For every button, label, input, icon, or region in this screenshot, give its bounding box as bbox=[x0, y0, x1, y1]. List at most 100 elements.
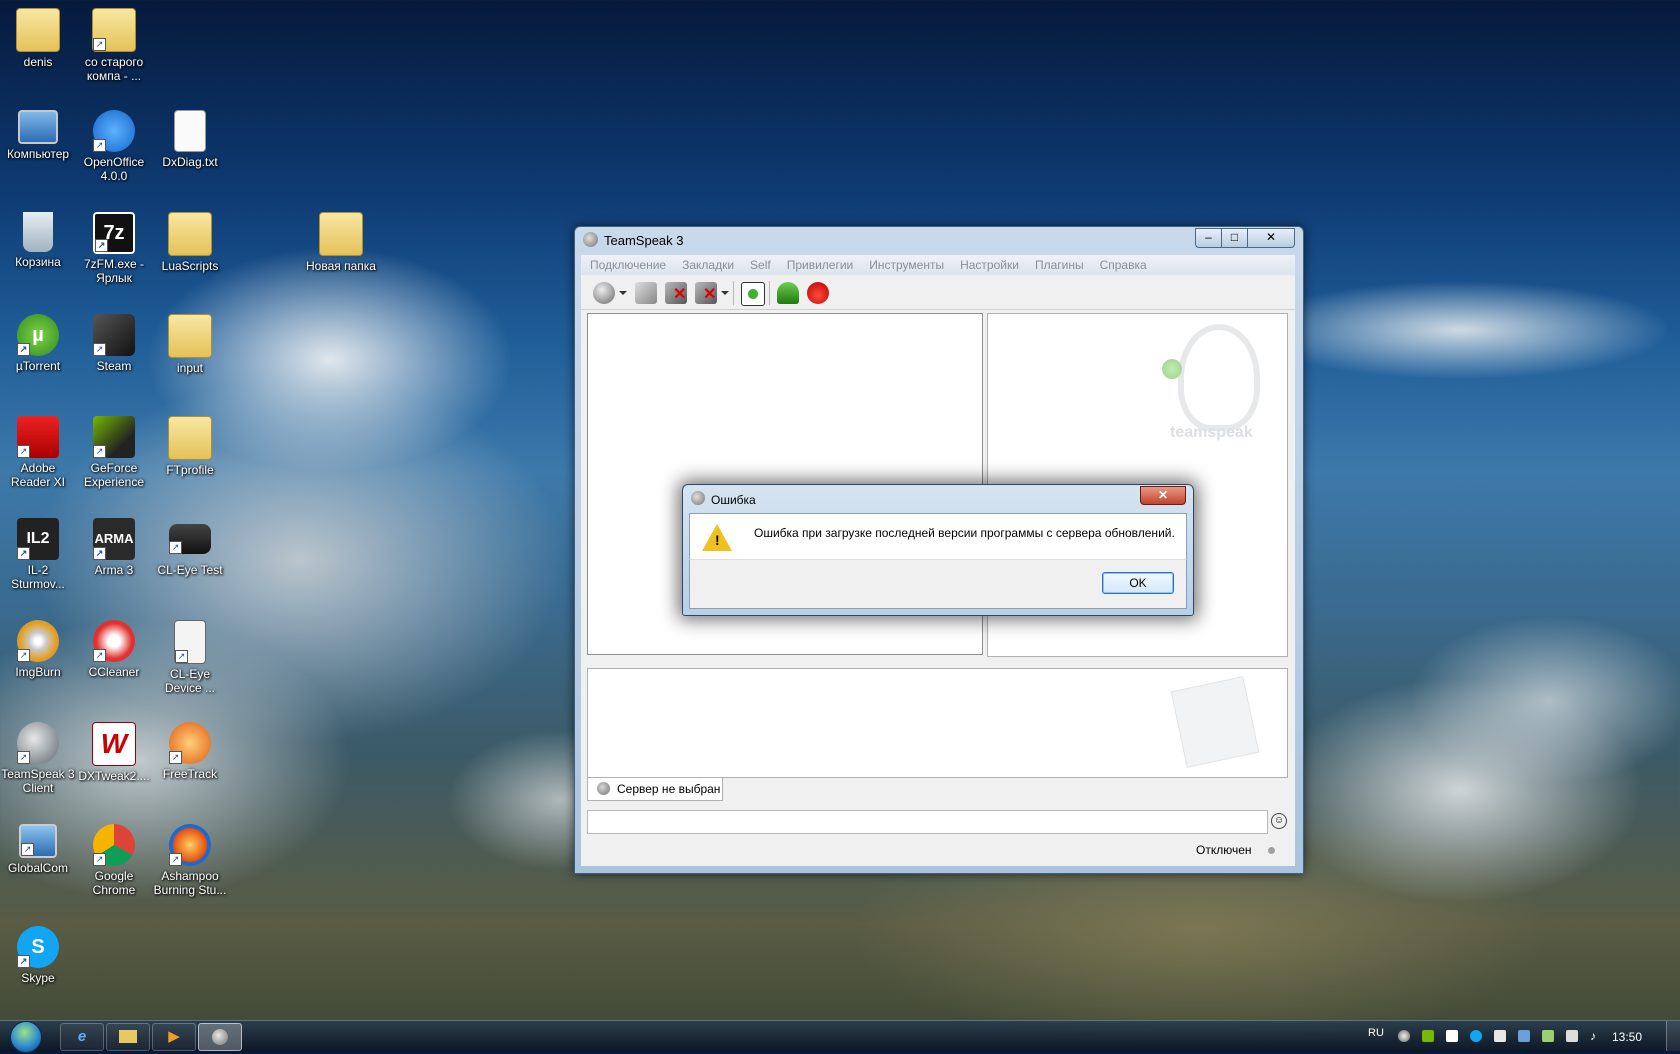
shortcut-arrow-icon: ↗ bbox=[93, 853, 106, 866]
teamspeak-head-icon bbox=[1178, 324, 1260, 431]
text-file-icon bbox=[174, 110, 206, 152]
desktop-icon-chrome[interactable]: ↗ Google Chrome bbox=[76, 824, 152, 897]
language-indicator[interactable]: RU bbox=[1368, 1027, 1384, 1039]
desktop-icon-geforce[interactable]: ↗ GeForce Experience bbox=[76, 416, 152, 489]
desktop-icon-recycle-bin[interactable]: Корзина bbox=[0, 212, 76, 269]
desktop-icon-input[interactable]: input bbox=[152, 314, 228, 375]
menu-tools[interactable]: Инструменты bbox=[869, 255, 944, 275]
desktop-icon-imgburn[interactable]: ↗ ImgBurn bbox=[0, 620, 76, 679]
server-tab-label: Сервер не выбран bbox=[617, 782, 721, 796]
desktop-icon-label: Skype bbox=[21, 971, 55, 985]
disconnect-icon[interactable] bbox=[635, 282, 657, 304]
desktop-icon-7zip[interactable]: 7z ↗ 7zFM.exe - Ярлык bbox=[76, 212, 152, 285]
dialog-title: Ошибка bbox=[711, 493, 756, 507]
shortcut-arrow-icon: ↗ bbox=[95, 239, 108, 252]
desktop-icon-dxtweak[interactable]: W DXTweak2.... bbox=[76, 722, 152, 783]
close-button[interactable]: ✕ bbox=[1247, 228, 1295, 248]
tray-volume-icon[interactable]: ♪ bbox=[1590, 1030, 1602, 1042]
taskbar-media-player[interactable]: ▶ bbox=[152, 1023, 196, 1051]
desktop-icon-luascripts[interactable]: LuaScripts bbox=[152, 212, 228, 273]
freetrack-icon: ↗ bbox=[169, 722, 211, 764]
shortcut-arrow-icon: ↗ bbox=[17, 547, 30, 560]
tray-display-icon[interactable] bbox=[1542, 1030, 1554, 1042]
folder-icon bbox=[168, 212, 212, 256]
mute-speakers-icon[interactable]: ✕ bbox=[695, 282, 717, 304]
dialog-body: ! Ошибка при загрузке последней версии п… bbox=[689, 513, 1187, 559]
ok-button[interactable]: OK bbox=[1102, 572, 1174, 594]
chat-watermark-icon bbox=[1170, 676, 1260, 768]
desktop-icon-il2[interactable]: IL2 ↗ IL-2 Sturmov... bbox=[0, 518, 76, 591]
taskbar-teamspeak[interactable] bbox=[198, 1023, 242, 1051]
contacts-icon[interactable] bbox=[777, 282, 799, 304]
menu-bookmarks[interactable]: Закладки bbox=[682, 255, 734, 275]
tray-teamspeak-icon[interactable] bbox=[1398, 1030, 1410, 1042]
maximize-button[interactable]: □ bbox=[1221, 228, 1248, 248]
chat-input[interactable] bbox=[587, 810, 1268, 834]
desktop-icon-utorrent[interactable]: µ ↗ µTorrent bbox=[0, 314, 76, 373]
desktop-icon-steam[interactable]: ↗ Steam bbox=[76, 314, 152, 373]
windows-logo-icon bbox=[10, 1021, 42, 1053]
clock[interactable]: 13:50 bbox=[1612, 1030, 1642, 1044]
taskbar-internet-explorer[interactable]: e bbox=[60, 1023, 104, 1051]
desktop-icon-globalcom[interactable]: ↗ GlobalCom bbox=[0, 824, 76, 875]
teamspeak-logo: teamspeak bbox=[1158, 324, 1260, 449]
menu-plugins[interactable]: Плагины bbox=[1035, 255, 1084, 275]
tray-network-icon[interactable] bbox=[1446, 1030, 1458, 1042]
teamspeak-icon bbox=[691, 491, 705, 505]
server-tab[interactable]: Сервер не выбран bbox=[587, 778, 723, 801]
desktop-icon-new-folder[interactable]: Новая папка bbox=[303, 212, 379, 273]
window-titlebar[interactable]: TeamSpeak 3 – □ ✕ bbox=[575, 227, 1303, 253]
desktop-icon-skype[interactable]: S ↗ Skype bbox=[0, 926, 76, 985]
tray-flag-icon[interactable] bbox=[1494, 1030, 1506, 1042]
desktop-icon-adobe-reader[interactable]: ↗ Adobe Reader XI bbox=[0, 416, 76, 489]
desktop-icon-old-computer-folder[interactable]: ↗ со старого компа - ... bbox=[76, 8, 152, 83]
connect-icon[interactable] bbox=[593, 282, 615, 304]
taskbar-explorer[interactable] bbox=[106, 1023, 150, 1051]
desktop-icon-cleye-test[interactable]: ↗ CL-Eye Test bbox=[152, 518, 228, 577]
status-indicator-icon bbox=[1268, 847, 1275, 854]
media-player-icon: ▶ bbox=[168, 1028, 180, 1045]
tray-skype-icon[interactable] bbox=[1470, 1030, 1482, 1042]
smiley-icon[interactable]: ☺ bbox=[1271, 813, 1287, 829]
desktop-icon-ftprofile[interactable]: FTprofile bbox=[152, 416, 228, 477]
shortcut-arrow-icon: ↗ bbox=[175, 650, 188, 663]
chevron-down-icon[interactable] bbox=[619, 291, 627, 295]
window-title: TeamSpeak 3 bbox=[604, 233, 684, 248]
shortcut-arrow-icon: ↗ bbox=[17, 751, 30, 764]
desktop-icon-freetrack[interactable]: ↗ FreeTrack bbox=[152, 722, 228, 781]
mute-microphone-icon[interactable]: ✕ bbox=[665, 282, 687, 304]
adobe-reader-icon: ↗ bbox=[17, 416, 59, 458]
start-button[interactable] bbox=[6, 1021, 46, 1053]
desktop-icon-teamspeak[interactable]: ↗ TeamSpeak 3 Client bbox=[0, 722, 76, 795]
menu-help[interactable]: Справка bbox=[1100, 255, 1147, 275]
logo-text: teamspeak bbox=[1170, 424, 1253, 441]
chat-log[interactable] bbox=[587, 668, 1288, 778]
desktop-icon-label: denis bbox=[23, 55, 53, 69]
desktop-icon-cleye-device[interactable]: ↗ CL-Eye Device ... bbox=[152, 620, 228, 695]
menu-permissions[interactable]: Привилегии bbox=[787, 255, 854, 275]
menu-self[interactable]: Self bbox=[750, 255, 771, 275]
shortcut-arrow-icon: ↗ bbox=[169, 853, 182, 866]
menu-settings[interactable]: Настройки bbox=[960, 255, 1019, 275]
dialog-close-button[interactable]: ✕ bbox=[1140, 486, 1186, 505]
desktop-icon-denis[interactable]: denis bbox=[0, 8, 76, 69]
show-desktop-button[interactable] bbox=[1666, 1021, 1680, 1051]
toolbar: ✕ ✕ bbox=[581, 275, 1295, 310]
away-icon[interactable] bbox=[741, 282, 765, 306]
desktop-icon-label: FreeTrack bbox=[162, 767, 218, 781]
desktop-icon-label: Steam bbox=[96, 359, 132, 373]
minimize-button[interactable]: – bbox=[1195, 228, 1222, 248]
desktop-icon-arma3[interactable]: ARMA ↗ Arma 3 bbox=[76, 518, 152, 577]
desktop-icon-ashampoo[interactable]: ↗ Ashampoo Burning Stu... bbox=[152, 824, 228, 897]
desktop-icon-openoffice[interactable]: ↗ OpenOffice 4.0.0 bbox=[76, 110, 152, 183]
chevron-down-icon[interactable] bbox=[721, 291, 729, 295]
tray-nvidia-icon[interactable] bbox=[1422, 1030, 1434, 1042]
tray-steam-icon[interactable] bbox=[1518, 1030, 1530, 1042]
tray-wifi-icon[interactable] bbox=[1566, 1030, 1578, 1042]
desktop-icon-ccleaner[interactable]: ↗ CCleaner bbox=[76, 620, 152, 679]
menu-connections[interactable]: Подключение bbox=[590, 255, 666, 275]
il2-icon: IL2 ↗ bbox=[17, 518, 59, 560]
desktop-icon-dxdiag[interactable]: DxDiag.txt bbox=[152, 110, 228, 169]
teamspeak-flame-icon[interactable] bbox=[807, 282, 829, 304]
desktop-icon-computer[interactable]: Компьютер bbox=[0, 110, 76, 161]
